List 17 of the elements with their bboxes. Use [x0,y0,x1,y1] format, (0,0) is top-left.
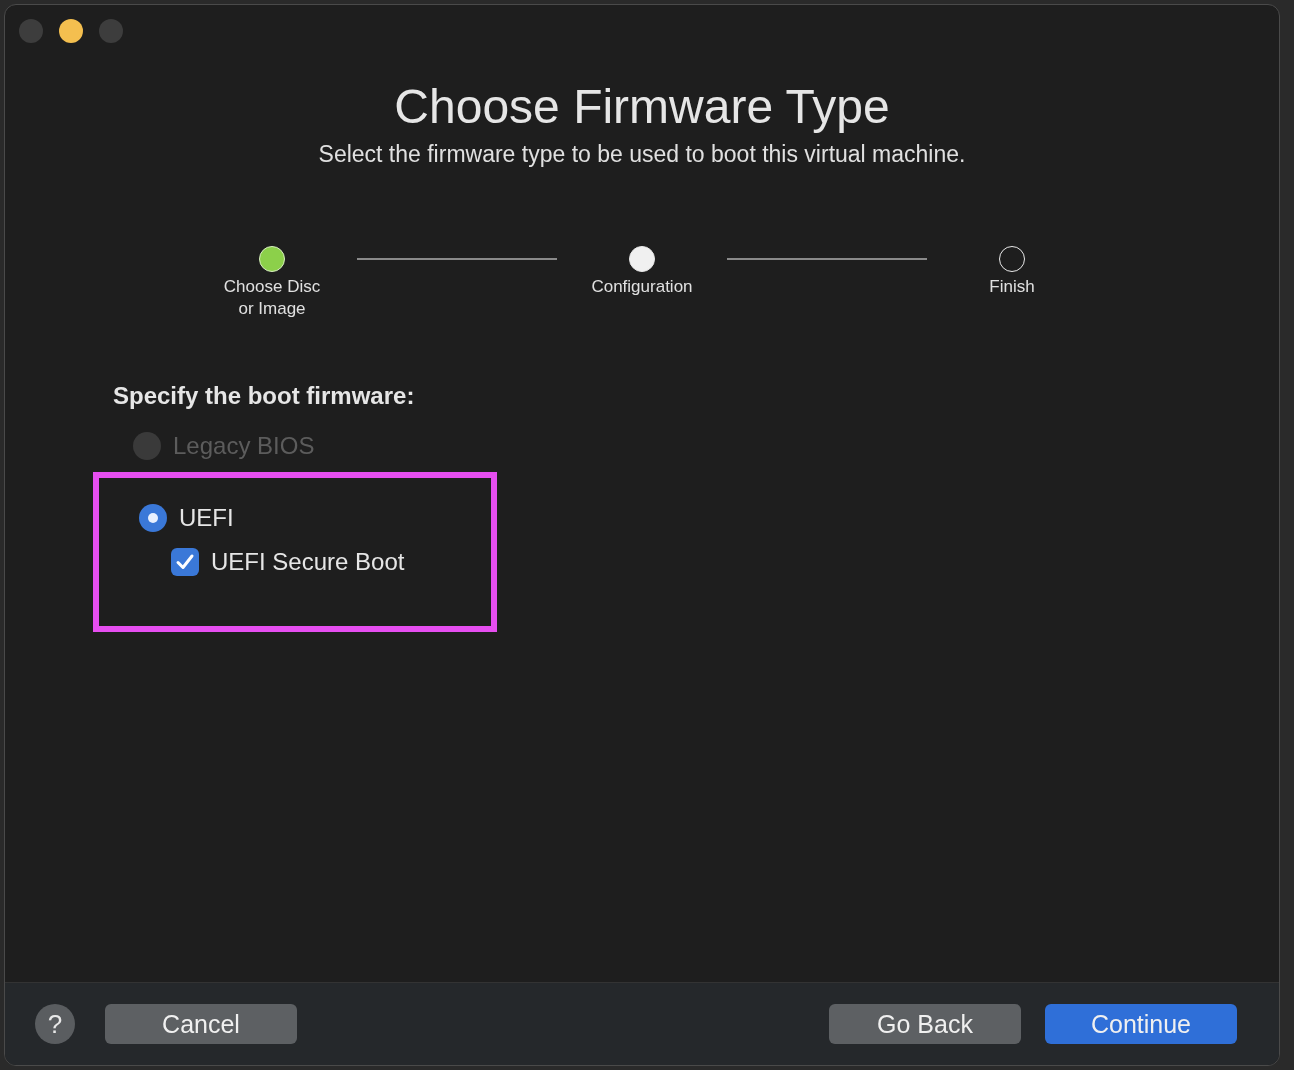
section-label: Specify the boot firmware: [113,382,416,410]
cancel-button[interactable]: Cancel [105,1004,297,1044]
checkbox[interactable] [171,548,199,576]
dialog-title: Choose Firmware Type [394,79,890,135]
step-label: Choose Disc or Image [223,276,321,320]
radio-label: Legacy BIOS [173,432,315,460]
minimize-window-button[interactable] [59,19,83,43]
checkbox-label: UEFI Secure Boot [211,548,405,576]
step-label: Finish [989,276,1035,298]
help-button[interactable]: ? [35,1004,75,1044]
dialog-subtitle: Select the firmware type to be used to boot this virtual machine. [318,141,966,168]
step-label: Configuration [591,276,693,298]
checkmark-icon [175,552,195,572]
continue-button[interactable]: Continue [1045,1004,1237,1044]
go-back-button[interactable]: Go Back [829,1004,1021,1044]
radio-button[interactable] [139,504,167,532]
radio-label: UEFI [179,504,234,532]
